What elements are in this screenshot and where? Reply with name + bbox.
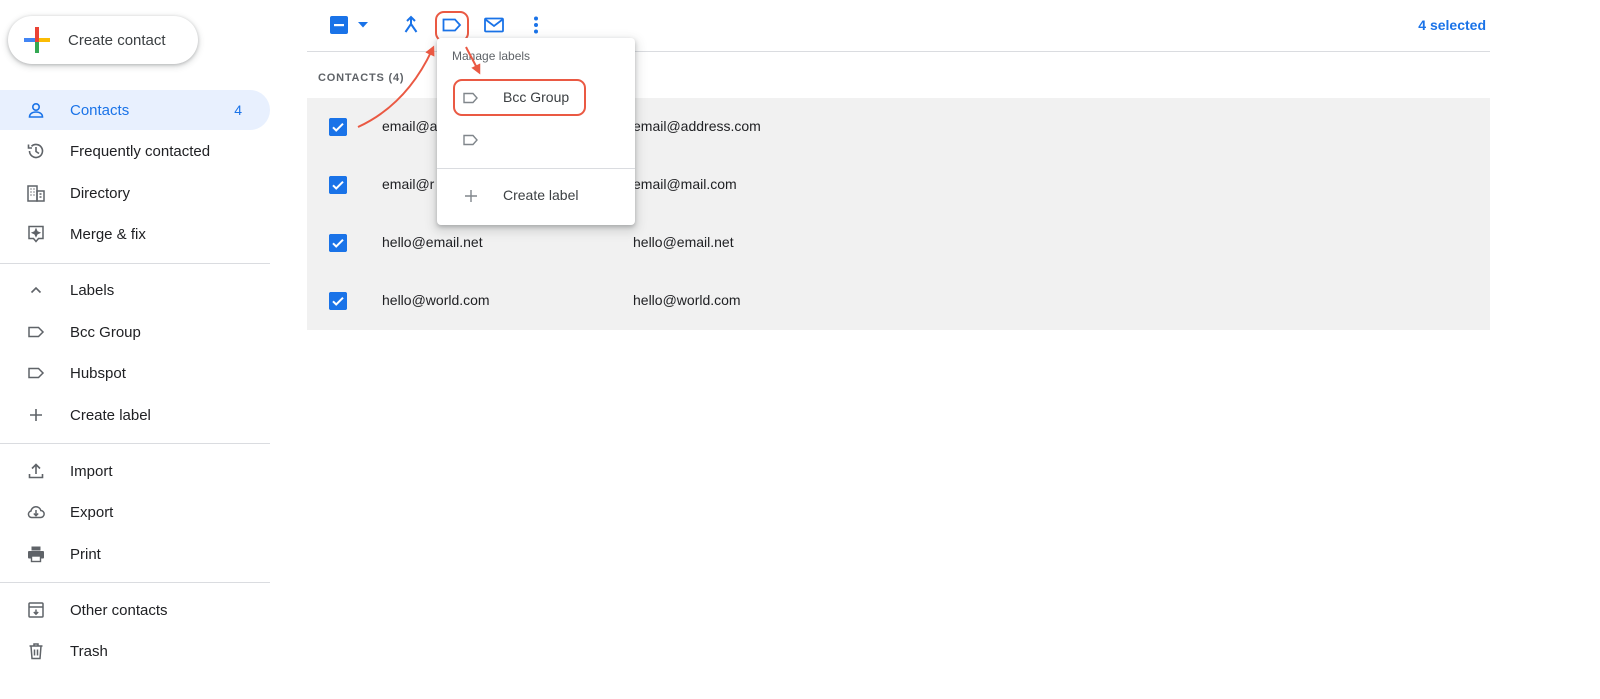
checkbox-checked-icon[interactable] <box>329 292 347 310</box>
contact-name: hello@world.com <box>382 292 490 308</box>
sidebar-create-label[interactable]: Create label <box>0 395 270 435</box>
labels-section-toggle[interactable]: Labels <box>0 270 270 310</box>
sidebar-item-label: Hubspot <box>70 364 126 382</box>
sidebar-item-label: Bcc Group <box>70 323 141 341</box>
contact-name: email@r <box>382 176 435 192</box>
sidebar-item-trash[interactable]: Trash <box>0 631 270 671</box>
history-icon <box>27 143 44 159</box>
label-icon <box>463 92 478 104</box>
sidebar-item-label: Create label <box>70 406 151 424</box>
more-vert-icon <box>534 16 538 34</box>
upload-icon <box>28 463 44 479</box>
mail-icon <box>484 17 504 33</box>
menu-item-bcc-group[interactable]: Bcc Group <box>437 78 635 118</box>
table-row[interactable]: hello@world.com hello@world.com <box>307 272 1490 330</box>
merge-icon <box>404 15 418 33</box>
create-contact-label: Create contact <box>68 31 166 49</box>
contact-name: email@a <box>382 118 438 134</box>
sidebar-item-label: Trash <box>70 642 108 660</box>
building-icon <box>27 185 45 202</box>
sidebar-item-other-contacts[interactable]: Other contacts <box>0 590 270 630</box>
divider <box>0 443 270 444</box>
contacts-heading: CONTACTS (4) <box>318 72 405 84</box>
sidebar-item-label: Import <box>70 462 113 480</box>
plus-icon <box>465 190 477 202</box>
sidebar-item-label: Other contacts <box>70 601 168 619</box>
sidebar-item-directory[interactable]: Directory <box>0 173 270 213</box>
labels-header: Labels <box>70 281 115 299</box>
sidebar-item-label: Contacts <box>70 101 130 119</box>
caret-down-icon <box>358 22 368 28</box>
menu-item-label: Create label <box>503 187 579 203</box>
printer-icon <box>28 546 44 563</box>
merge-button[interactable] <box>396 10 426 40</box>
sidebar-item-label: Merge & fix <box>70 225 146 243</box>
sidebar-item-label: Directory <box>70 184 131 202</box>
cloud-download-icon <box>27 505 45 519</box>
sidebar-item-merge-fix[interactable]: Merge & fix <box>0 214 270 254</box>
sidebar-item-bcc-group[interactable]: Bcc Group <box>0 312 270 352</box>
menu-item-label: Bcc Group <box>503 89 570 105</box>
contact-email: hello@world.com <box>633 292 741 308</box>
menu-divider <box>437 168 635 169</box>
menu-create-label[interactable]: Create label <box>437 176 635 216</box>
plus-icon <box>30 409 42 421</box>
sidebar: Create contact Contacts 4 Frequently con… <box>0 0 270 699</box>
label-icon <box>28 367 45 379</box>
checkbox-indeterminate-icon <box>330 16 348 34</box>
create-contact-button[interactable]: Create contact <box>8 16 198 64</box>
checkbox-checked-icon[interactable] <box>329 234 347 252</box>
sidebar-item-label: Frequently contacted <box>70 142 211 160</box>
sidebar-item-import[interactable]: Import <box>0 451 270 491</box>
contacts-count: 4 <box>234 102 242 118</box>
sidebar-item-contacts[interactable]: Contacts 4 <box>0 90 270 130</box>
label-icon <box>28 326 45 338</box>
selected-count: 4 selected <box>1418 17 1486 33</box>
contact-email: email@mail.com <box>633 176 737 192</box>
more-actions-button[interactable] <box>521 10 551 40</box>
menu-title: Manage labels <box>452 49 531 63</box>
chevron-up-icon <box>30 286 42 294</box>
select-dropdown-button[interactable] <box>350 10 376 40</box>
trash-icon <box>29 643 43 660</box>
sidebar-item-label: Print <box>70 545 101 563</box>
archive-icon <box>28 602 44 618</box>
manage-labels-menu: Manage labels Bcc Group Create label <box>437 38 635 225</box>
sidebar-item-frequently-contacted[interactable]: Frequently contacted <box>0 131 270 171</box>
divider <box>0 582 270 583</box>
merge-fix-icon <box>28 225 44 243</box>
person-icon <box>28 102 44 118</box>
sidebar-item-label: Export <box>70 503 114 521</box>
sidebar-item-export[interactable]: Export <box>0 492 270 532</box>
checkbox-checked-icon[interactable] <box>329 118 347 136</box>
checkbox-checked-icon[interactable] <box>329 176 347 194</box>
menu-item-unnamed-label[interactable] <box>437 120 635 160</box>
contact-email: email@address.com <box>633 118 761 134</box>
send-email-button[interactable] <box>479 10 509 40</box>
label-icon <box>463 134 478 146</box>
contact-email: hello@email.net <box>633 234 734 250</box>
sidebar-item-print[interactable]: Print <box>0 534 270 574</box>
plus-icon <box>24 27 50 53</box>
divider <box>0 263 270 264</box>
contact-name: hello@email.net <box>382 234 483 250</box>
sidebar-item-hubspot[interactable]: Hubspot <box>0 353 270 393</box>
